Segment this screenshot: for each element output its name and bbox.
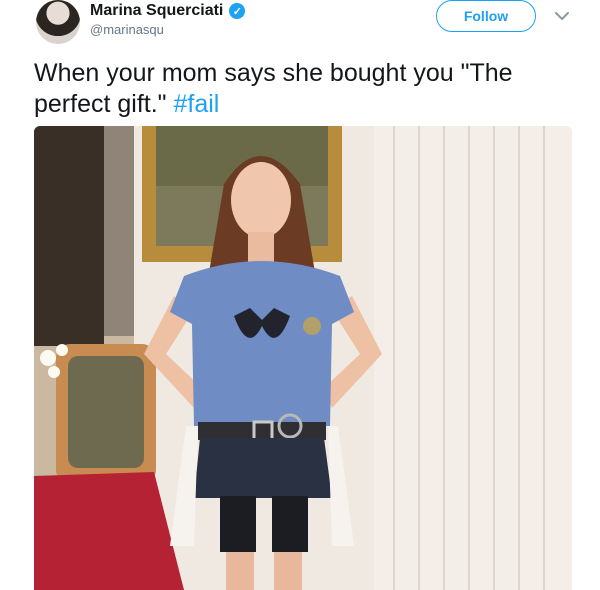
photo-illustration [34,126,572,590]
verified-badge-icon: ✓ [229,3,246,19]
author-info: Marina Squerciati ✓ @marinasqu [90,2,246,37]
hashtag-link[interactable]: #fail [174,90,220,118]
tweet-photo[interactable] [34,126,572,590]
tweet-body: When your mom says she bought you "The p… [34,59,513,118]
author-name[interactable]: Marina Squerciati [90,2,223,20]
follow-button[interactable]: Follow [436,0,536,32]
author-handle[interactable]: @marinasqu [90,22,245,37]
author-avatar[interactable] [36,0,80,44]
chevron-down-icon[interactable] [552,6,572,26]
tweet-text: When your mom says she bought you "The p… [34,58,574,120]
